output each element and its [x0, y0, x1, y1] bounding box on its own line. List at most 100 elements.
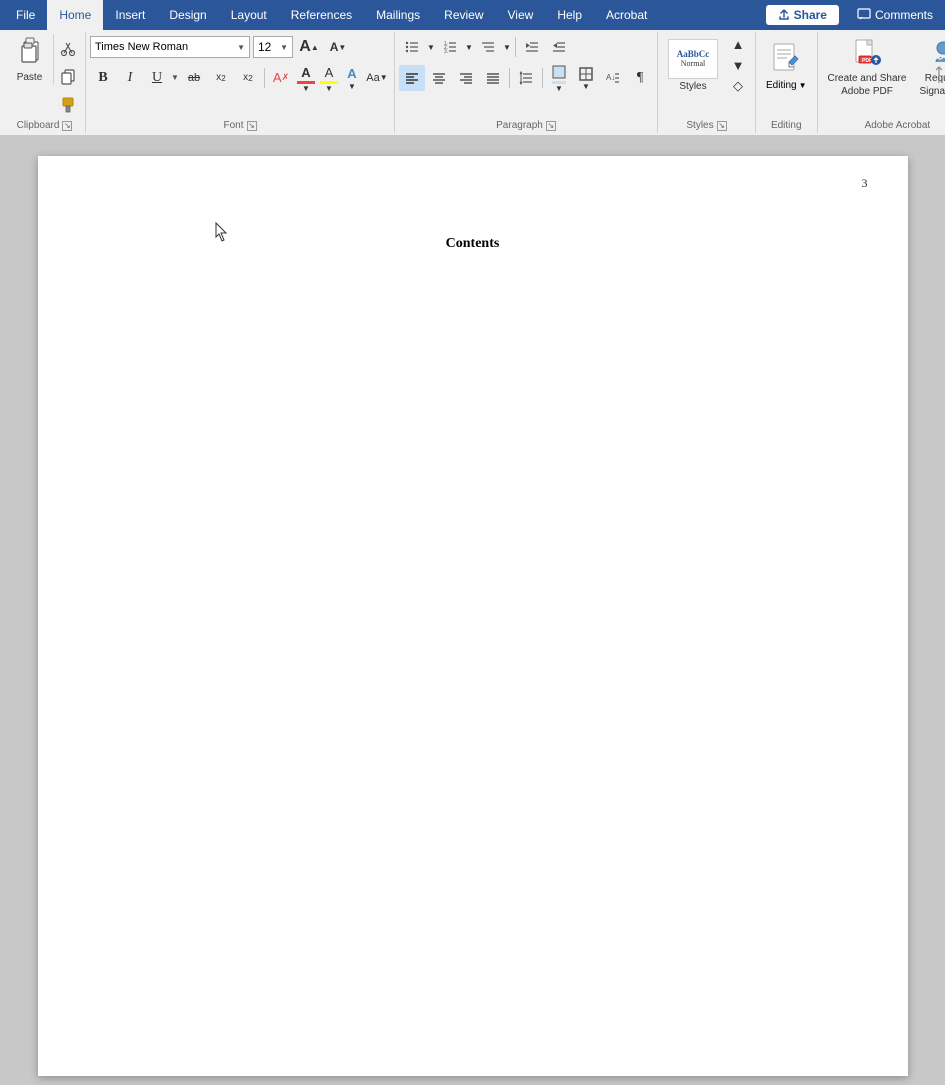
font-size-dropdown[interactable]: 12 ▼ — [253, 36, 293, 58]
styles-expand[interactable]: ◇ — [725, 75, 751, 96]
underline-dropdown[interactable]: ▼ — [170, 65, 180, 91]
clipboard-secondary-buttons — [55, 34, 81, 118]
ribbon-collapse-handle[interactable] — [933, 30, 945, 119]
shading-dropdown[interactable]: ▼ — [554, 84, 564, 92]
paste-button[interactable]: Paste — [8, 34, 54, 85]
font-name-dropdown[interactable]: Times New Roman ▼ — [90, 36, 250, 58]
increase-indent-button[interactable] — [546, 34, 572, 60]
align-left-icon — [405, 71, 419, 85]
subscript-button[interactable]: x2 — [208, 65, 234, 91]
svg-text:PDF: PDF — [862, 58, 872, 64]
tab-layout[interactable]: Layout — [219, 0, 279, 30]
tab-view[interactable]: View — [496, 0, 546, 30]
show-marks-button[interactable]: ¶ — [627, 65, 653, 91]
multilevel-dropdown[interactable]: ▼ — [502, 34, 512, 60]
numbering-icon: 1. 2. 3. — [443, 40, 457, 54]
sort-button[interactable]: A↓ — [600, 65, 626, 91]
bullets-dropdown[interactable]: ▼ — [426, 34, 436, 60]
italic-button[interactable]: I — [117, 65, 143, 91]
strikethrough-button[interactable]: ab — [181, 65, 207, 91]
align-right-button[interactable] — [453, 65, 479, 91]
superscript-button[interactable]: x2 — [235, 65, 261, 91]
cut-icon — [60, 41, 76, 57]
create-pdf-label: Create and ShareAdobe PDF — [828, 72, 907, 98]
tab-review[interactable]: Review — [432, 0, 495, 30]
tab-references[interactable]: References — [279, 0, 364, 30]
clear-formatting-icon: A — [273, 70, 282, 85]
tab-file[interactable]: File — [4, 0, 47, 30]
editing-button[interactable]: Editing ▼ — [760, 34, 813, 95]
editing-icon-container — [768, 38, 804, 78]
tab-home[interactable]: Home — [47, 0, 103, 30]
styles-scroll-up[interactable]: ▲ — [725, 34, 751, 55]
numbering-button[interactable]: 1. 2. 3. — [437, 34, 463, 60]
paragraph-group: ▼ 1. 2. 3. ▼ — [395, 32, 658, 133]
font-color-dropdown[interactable]: ▼ — [301, 84, 311, 92]
change-case-icon: Aa — [366, 72, 379, 84]
borders-container: ▼ — [573, 65, 599, 91]
tab-acrobat[interactable]: Acrobat — [594, 0, 659, 30]
font-expand[interactable]: ↘ — [247, 121, 257, 131]
styles-expand-btn[interactable]: ↘ — [717, 121, 727, 131]
ribbon-tabs-bar: File Home Insert Design Layout Reference… — [0, 0, 945, 30]
create-share-pdf-button[interactable]: PDF Create and ShareAdobe PDF — [822, 34, 913, 100]
adobe-group-content: PDF Create and ShareAdobe PDF RequestSig… — [822, 34, 945, 118]
contents-title: Contents — [98, 236, 848, 252]
styles-label-bottom: Styles ↘ — [686, 118, 726, 131]
adobe-group: PDF Create and ShareAdobe PDF RequestSig… — [818, 32, 945, 133]
shading-button[interactable] — [546, 63, 572, 81]
styles-button[interactable]: AaBbCc Normal Styles — [662, 34, 724, 96]
page-content[interactable]: Contents — [98, 236, 848, 252]
font-group-content: Times New Roman ▼ 12 ▼ A▲ A▼ B I U ▼ ab — [90, 34, 390, 118]
separator-spacing — [542, 68, 543, 88]
shrink-font-button[interactable]: A▼ — [325, 34, 351, 60]
styles-arrows: ▲ ▼ ◇ — [725, 34, 751, 96]
font-size-arrow: ▼ — [280, 43, 288, 52]
font-label: Font ↘ — [223, 118, 256, 131]
separator-1 — [264, 68, 265, 88]
editing-group-content: Editing ▼ — [760, 34, 813, 118]
format-painter-button[interactable] — [55, 92, 81, 118]
font-name-row: Times New Roman ▼ 12 ▼ A▲ A▼ — [90, 34, 351, 60]
align-center-button[interactable] — [426, 65, 452, 91]
sort-icon: A↓ — [606, 71, 620, 85]
shading-container: ▼ — [546, 63, 572, 92]
change-case-button[interactable]: Aa ▼ — [364, 65, 390, 91]
borders-dropdown[interactable]: ▼ — [581, 83, 591, 91]
font-name-display: Times New Roman — [95, 41, 188, 53]
numbering-dropdown[interactable]: ▼ — [464, 34, 474, 60]
pilcrow-icon: ¶ — [637, 70, 643, 86]
clipboard-expand[interactable]: ↘ — [62, 121, 72, 131]
clear-formatting-button[interactable]: A ✗ — [268, 65, 294, 91]
tab-insert[interactable]: Insert — [103, 0, 157, 30]
paragraph-label: Paragraph ↘ — [496, 118, 556, 131]
line-spacing-button[interactable] — [513, 65, 539, 91]
tab-design[interactable]: Design — [157, 0, 218, 30]
paragraph-row2: ▼ ▼ A↓ — [399, 63, 653, 92]
align-left-button[interactable] — [399, 65, 425, 91]
bullets-button[interactable] — [399, 34, 425, 60]
highlight-dropdown[interactable]: ▼ — [324, 84, 334, 92]
share-button[interactable]: Share — [766, 5, 839, 25]
underline-button[interactable]: U — [144, 65, 170, 91]
text-effects-button[interactable]: A — [339, 65, 365, 83]
decrease-indent-button[interactable] — [519, 34, 545, 60]
multilevel-button[interactable] — [475, 34, 501, 60]
font-name-arrow: ▼ — [237, 43, 245, 52]
cut-button[interactable] — [55, 36, 81, 62]
comments-button[interactable]: Comments — [845, 0, 945, 30]
grow-font-button[interactable]: A▲ — [296, 34, 322, 60]
tab-mailings[interactable]: Mailings — [364, 0, 432, 30]
styles-group-content: AaBbCc Normal Styles ▲ ▼ ◇ — [662, 34, 751, 118]
styles-scroll-down[interactable]: ▼ — [725, 55, 751, 76]
comments-icon — [857, 8, 871, 22]
align-center-icon — [432, 71, 446, 85]
paragraph-expand[interactable]: ↘ — [546, 121, 556, 131]
tab-help[interactable]: Help — [545, 0, 594, 30]
text-effects-dropdown[interactable]: ▼ — [347, 83, 357, 91]
justify-button[interactable] — [480, 65, 506, 91]
borders-button[interactable] — [573, 65, 599, 83]
copy-button[interactable] — [55, 64, 81, 90]
bold-button[interactable]: B — [90, 65, 116, 91]
highlight-color-container: A ▼ — [318, 63, 340, 92]
